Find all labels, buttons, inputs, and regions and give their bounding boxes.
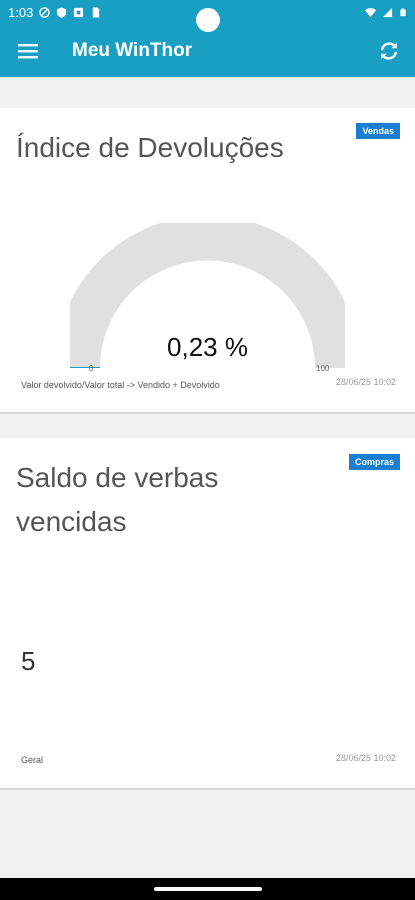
returns-index-card[interactable]: Vendas Índice de Devoluções 0,23 % 0 100…	[0, 108, 415, 414]
gauge-min-label: 0	[89, 364, 94, 373]
card-value: 5	[21, 646, 36, 676]
app-title: Meu WinThor	[72, 40, 193, 61]
menu-button[interactable]	[0, 25, 56, 77]
dnd-icon	[39, 7, 51, 18]
gauge-value: 0,23 %	[167, 332, 248, 362]
refresh-icon	[380, 42, 398, 60]
refresh-button[interactable]	[363, 25, 415, 77]
card-timestamp: 28/06/25 10:02	[335, 753, 396, 763]
wifi-icon	[365, 8, 376, 18]
battery-icon	[400, 8, 406, 17]
signal-icon	[382, 7, 393, 18]
expired-funds-card[interactable]: Compras Saldo de verbas vencidas 5 Geral…	[0, 438, 415, 790]
card-footnote: Geral	[21, 755, 44, 765]
hamburger-menu-icon	[18, 44, 38, 59]
sim-card-icon	[93, 7, 100, 18]
card-title: Saldo de verbas vencidas	[16, 462, 219, 537]
system-nav-bar	[0, 878, 415, 900]
purchases-badge: Compras	[348, 454, 400, 470]
shield-icon	[57, 7, 67, 18]
notification-square-icon	[74, 7, 84, 18]
camera-cutout	[196, 8, 220, 32]
gauge-max-label: 100	[316, 364, 330, 373]
card-footnote: Valor devolvido/Valor total -> Vendido +…	[21, 380, 220, 390]
home-gesture-handle[interactable]	[154, 887, 262, 891]
app-bar: Meu WinThor	[0, 25, 415, 77]
sales-badge: Vendas	[356, 123, 400, 139]
card-title: Índice de Devoluções	[16, 132, 284, 163]
status-time: 1:03	[8, 5, 34, 20]
card-timestamp: 28/06/25 10:02	[335, 377, 396, 387]
